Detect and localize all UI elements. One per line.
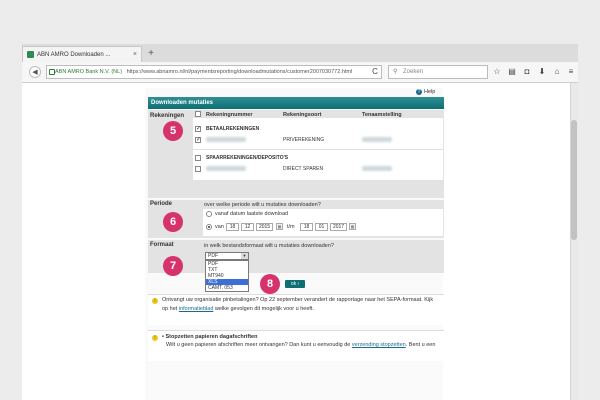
format-option[interactable]: CAMT. 053 bbox=[206, 285, 248, 291]
period-last-radio[interactable] bbox=[206, 211, 212, 217]
period-range-label: van bbox=[215, 224, 224, 230]
format-label: Formaat bbox=[150, 242, 174, 248]
step-badge: 7 bbox=[163, 256, 183, 276]
favicon-icon bbox=[27, 51, 34, 58]
scrollbar-thumb[interactable] bbox=[571, 120, 577, 240]
select-all-checkbox[interactable] bbox=[195, 111, 201, 117]
address-bar[interactable]: ABN AMRO Bank N.V. (NL) https://www.abna… bbox=[46, 65, 382, 79]
pocket-icon[interactable]: ◘ bbox=[522, 66, 532, 78]
menu-icon[interactable]: ≡ bbox=[566, 66, 576, 78]
page-title: Downloaden mutaties bbox=[148, 97, 444, 109]
group-checkbox-payment[interactable]: ✓ bbox=[195, 126, 201, 132]
url-text: https://www.abnamro.nl/nl/paymentsreport… bbox=[126, 69, 353, 75]
calendar-icon[interactable]: ▦ bbox=[276, 223, 283, 230]
info-sheet-link[interactable]: informatieblad bbox=[179, 306, 214, 312]
to-label: t/m bbox=[287, 224, 295, 230]
new-tab-button[interactable]: + bbox=[145, 47, 157, 60]
account-checkbox[interactable] bbox=[195, 166, 201, 172]
search-icon: ⚲ bbox=[393, 69, 398, 75]
to-month-input[interactable]: 01 bbox=[315, 223, 328, 231]
to-day-input[interactable]: 18 bbox=[300, 223, 313, 231]
back-button[interactable]: ◀ bbox=[29, 66, 41, 78]
site-identity: ABN AMRO Bank N.V. (NL) bbox=[55, 69, 123, 75]
home-icon[interactable]: ⌂ bbox=[552, 66, 562, 78]
format-selected-value: PDF bbox=[208, 253, 218, 259]
search-placeholder: Zoeken bbox=[403, 69, 424, 75]
notice-title-text: Stopzetten papieren dagafschriften bbox=[165, 334, 258, 340]
format-question: in welk bestandsformaat wilt u mutaties … bbox=[204, 243, 334, 249]
reload-icon[interactable]: C bbox=[370, 66, 380, 78]
notice-text: Ontvangt uw organisatie pinbetalingen? O… bbox=[162, 296, 440, 314]
ok-button[interactable]: ok › bbox=[285, 280, 305, 288]
browser-tab[interactable]: ABN AMRO Downloaden ... × bbox=[22, 46, 142, 62]
account-number-redacted bbox=[206, 166, 246, 171]
notice-text-start: Wilt u geen papieren afschriften meer on… bbox=[166, 342, 352, 348]
from-day-input[interactable]: 18 bbox=[226, 223, 239, 231]
group-label: BETAALREKENINGEN bbox=[206, 126, 260, 132]
column-header: Rekeningsoort bbox=[283, 112, 322, 118]
step-badge: 6 bbox=[163, 212, 183, 232]
account-type: DIRECT SPAREN bbox=[283, 166, 324, 172]
account-checkbox[interactable]: ✓ bbox=[195, 137, 201, 143]
chevron-down-icon: ▼ bbox=[241, 253, 248, 259]
step-badge: 8 bbox=[260, 274, 280, 294]
notice-text-end: . Bent u een bbox=[405, 342, 436, 348]
info-icon: ! bbox=[152, 298, 158, 304]
period-question: over welke periode wilt u mutaties downl… bbox=[204, 202, 321, 208]
period-range-radio[interactable] bbox=[206, 224, 212, 230]
tab-title: ABN AMRO Downloaden ... bbox=[37, 52, 111, 58]
back-arrow-icon: ◀ bbox=[32, 69, 38, 76]
step-badge: 5 bbox=[163, 121, 183, 141]
help-link[interactable]: Help bbox=[424, 89, 435, 95]
lock-icon bbox=[49, 69, 55, 75]
notice-text-end: welke gevolgen dit mogelijk voor u heeft… bbox=[213, 306, 314, 312]
format-select[interactable]: PDF ▼ bbox=[205, 252, 249, 260]
calendar-icon[interactable]: ▦ bbox=[349, 223, 356, 230]
notice-text: Wilt u geen papieren afschriften meer on… bbox=[166, 341, 442, 350]
column-header: Rekeningnummer bbox=[206, 112, 253, 118]
star-icon[interactable]: ☆ bbox=[492, 66, 502, 78]
group-label: SPAARREKENINGEN/DEPOSITO'S bbox=[206, 155, 289, 161]
group-checkbox-savings[interactable] bbox=[195, 155, 201, 161]
divider bbox=[193, 149, 443, 150]
period-label: Periode bbox=[150, 201, 173, 207]
download-icon[interactable]: ⬇ bbox=[537, 66, 547, 78]
accounts-label: Rekeningen bbox=[150, 113, 185, 119]
to-year-input[interactable]: 2017 bbox=[330, 223, 347, 231]
account-number-redacted bbox=[206, 137, 246, 142]
account-holder-redacted bbox=[362, 137, 392, 142]
column-header: Tenaamstelling bbox=[362, 112, 402, 118]
help-icon[interactable]: ? bbox=[416, 89, 422, 95]
stop-delivery-link[interactable]: verzending stopzetten bbox=[352, 342, 406, 348]
from-year-input[interactable]: 2015 bbox=[256, 223, 273, 231]
info-icon: ! bbox=[152, 335, 158, 341]
reader-icon[interactable]: ▤ bbox=[507, 66, 517, 78]
format-dropdown[interactable]: PDF TXT MT940 XLS CAMT. 053 bbox=[205, 260, 249, 292]
period-last-label: vanaf datum laatste download bbox=[215, 211, 289, 217]
search-input[interactable]: ⚲ Zoeken bbox=[388, 65, 488, 79]
from-month-input[interactable]: 12 bbox=[241, 223, 254, 231]
tab-close-icon[interactable]: × bbox=[133, 47, 137, 62]
account-holder-redacted bbox=[362, 166, 392, 171]
account-type: PRIVEREKENING bbox=[283, 137, 325, 143]
